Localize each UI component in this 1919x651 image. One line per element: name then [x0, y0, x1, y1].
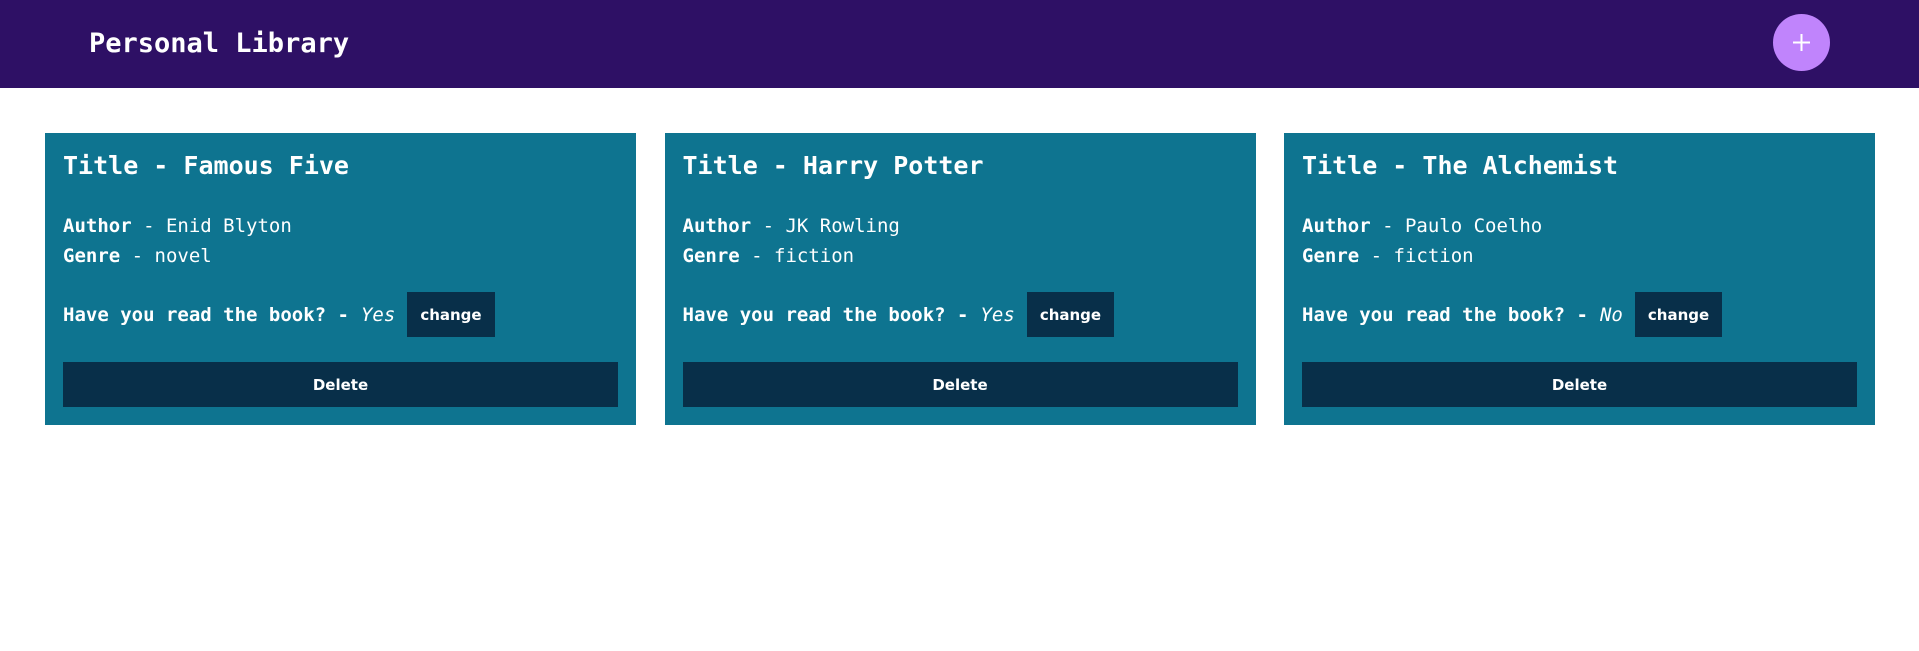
book-author: Author - Paulo Coelho — [1302, 215, 1543, 237]
change-read-status-button[interactable]: change — [407, 292, 495, 337]
book-list: Title - Famous Five Author - Enid Blyton… — [45, 133, 1875, 425]
book-genre: Genre - fiction — [682, 245, 855, 267]
book-author: Author - Enid Blyton — [63, 215, 292, 237]
book-meta: Author - Enid Blyton Genre - novel — [63, 211, 292, 271]
read-status-row: Have you read the book? - No change — [1302, 292, 1723, 337]
book-genre: Genre - fiction — [1302, 245, 1474, 267]
read-status-row: Have you read the book? - Yes change — [63, 292, 495, 337]
add-book-button[interactable] — [1773, 14, 1830, 71]
change-read-status-button[interactable]: change — [1634, 292, 1723, 337]
plus-icon — [1793, 34, 1810, 51]
read-status-row: Have you read the book? - Yes change — [683, 292, 1115, 337]
read-status-label: Have you read the book? - — [63, 303, 349, 326]
read-status-label: Have you read the book? - — [682, 303, 969, 326]
app-title: Personal Library — [89, 28, 350, 59]
read-status-value: Yes — [360, 303, 396, 326]
app-header: Personal Library — [0, 0, 1919, 88]
change-read-status-button[interactable]: change — [1026, 292, 1115, 337]
book-card: Title - Famous Five Author - Enid Blyton… — [45, 133, 636, 425]
book-title: Title - Famous Five — [63, 151, 349, 180]
book-title: Title - Harry Potter — [682, 151, 984, 180]
book-author: Author - JK Rowling — [682, 215, 900, 237]
delete-book-button[interactable]: Delete — [1302, 362, 1857, 407]
book-meta: Author - JK Rowling Genre - fiction — [683, 211, 900, 271]
delete-book-button[interactable]: Delete — [682, 362, 1238, 407]
book-card: Title - The Alchemist Author - Paulo Coe… — [1284, 133, 1875, 425]
read-status-label: Have you read the book? - — [1302, 303, 1588, 326]
book-meta: Author - Paulo Coelho Genre - fiction — [1302, 211, 1542, 271]
book-card: Title - Harry Potter Author - JK Rowling… — [664, 133, 1256, 425]
read-status-value: No — [1599, 303, 1623, 326]
book-title: Title - The Alchemist — [1302, 151, 1619, 180]
read-status-value: Yes — [980, 303, 1015, 326]
book-genre: Genre - novel — [63, 245, 212, 267]
delete-book-button[interactable]: Delete — [63, 362, 618, 407]
